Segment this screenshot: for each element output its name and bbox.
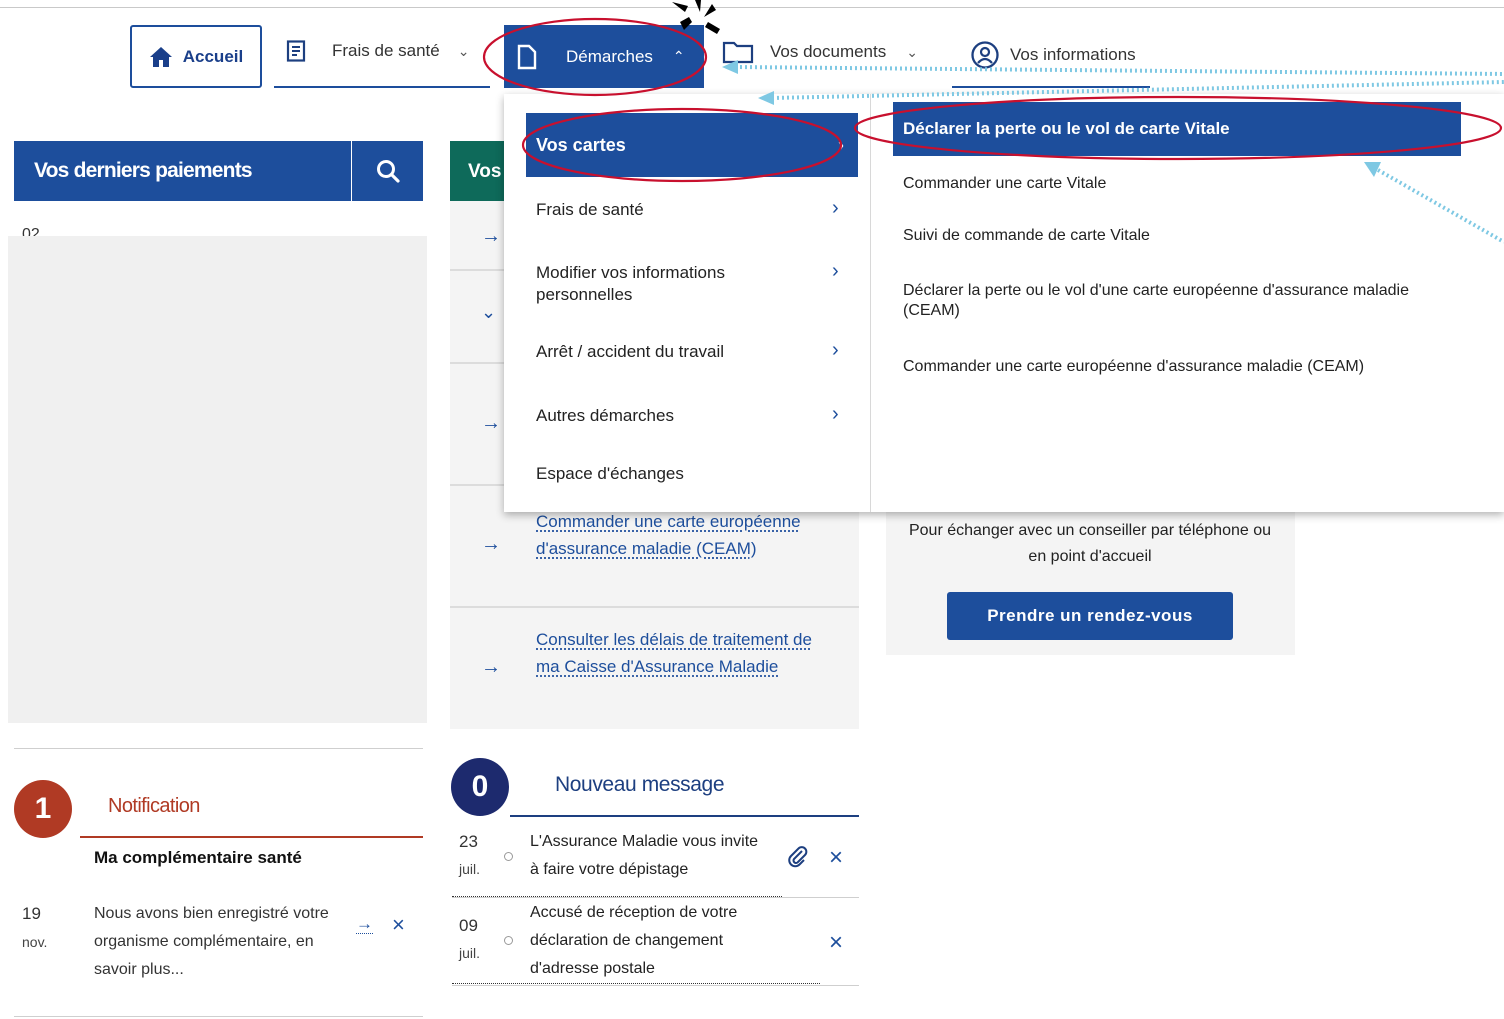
chevron-right-icon: › — [832, 339, 839, 361]
message-text[interactable]: Accusé de réception de votre déclaration… — [530, 899, 780, 983]
menu-suivi-commande-vitale[interactable]: Suivi de commande de carte Vitale — [903, 226, 1463, 246]
message-close-icon[interactable]: × — [829, 846, 843, 870]
message-month: juil. — [459, 945, 481, 961]
chevron-down-icon: ⌄ — [457, 42, 470, 59]
message-separator — [452, 985, 859, 986]
menu-declarer-perte-ceam[interactable]: Déclarer la perte ou le vol d'une carte … — [903, 281, 1443, 321]
messages-count-badge: 0 — [451, 758, 509, 816]
document-icon — [516, 44, 538, 70]
submenu-frais-de-sante[interactable]: Frais de santé — [536, 199, 846, 221]
nav-demarches-label: Démarches — [566, 46, 653, 66]
link-commander-ceam[interactable]: Commander une carte européenne d'assuran… — [536, 508, 836, 592]
notification-title: Notification — [108, 795, 200, 817]
submenu-espace-echanges[interactable]: Espace d'échanges — [536, 463, 846, 485]
nav-vos-informations[interactable]: Vos informations — [970, 40, 1136, 70]
dropdown-divider — [870, 94, 871, 512]
submenu-arret-travail[interactable]: Arrêt / accident du travail — [536, 341, 846, 363]
submenu-modifier-infos[interactable]: Modifier vos informations personnelles — [536, 262, 796, 306]
unread-dot-icon — [504, 852, 513, 861]
chevron-down-icon: ⌄ — [906, 43, 918, 60]
notification-subject: Ma complémentaire santé — [94, 848, 302, 867]
search-icon — [375, 158, 401, 184]
chevron-right-icon: › — [832, 260, 839, 282]
nav-infos-underline — [952, 86, 1150, 88]
submenu-vos-cartes[interactable]: Vos cartes › — [526, 113, 858, 177]
payments-divider — [14, 748, 423, 749]
list-arrow-icon[interactable]: → — [481, 533, 501, 556]
nav-demarches-button[interactable]: Démarches ⌃ — [504, 25, 704, 88]
list-arrow-icon[interactable]: → — [481, 225, 501, 248]
prendre-rendez-vous-button[interactable]: Prendre un rendez-vous — [947, 592, 1233, 640]
middle-panel-header: Vos — [450, 141, 508, 201]
messages-title: Nouveau message — [555, 773, 725, 796]
chevron-right-icon: › — [832, 403, 839, 425]
message-day: 09 — [459, 916, 478, 935]
message-separator — [452, 897, 859, 898]
link-delais-traitement[interactable]: Consulter les délais de traitement de ma… — [536, 626, 826, 680]
payment-date-partial: 02 — [22, 226, 40, 236]
list-arrow-icon[interactable]: → — [481, 412, 501, 435]
notification-bottom-divider — [14, 1016, 423, 1017]
payments-title: Vos derniers paiements — [34, 159, 253, 182]
nav-home-button[interactable]: Accueil — [130, 25, 262, 88]
receipt-icon — [286, 40, 306, 62]
chevron-up-icon: ⌃ — [672, 48, 685, 64]
payments-redacted-area — [8, 236, 427, 723]
folder-icon — [722, 40, 754, 64]
chevron-right-icon: › — [832, 197, 839, 219]
nav-infos-label: Vos informations — [1010, 45, 1136, 64]
nav-frais-de-sante[interactable]: Frais de santé ⌄ — [286, 40, 469, 62]
message-day: 23 — [459, 832, 478, 851]
list-separator — [450, 606, 859, 608]
nav-home-label: Accueil — [182, 46, 244, 66]
payments-header: Vos derniers paiements — [14, 141, 423, 201]
nav-vos-documents[interactable]: Vos documents ⌄ — [722, 40, 918, 64]
message-text[interactable]: L'Assurance Maladie vous invite à faire … — [530, 828, 770, 884]
nav-frais-label: Frais de santé — [332, 41, 440, 60]
menu-commander-vitale[interactable]: Commander une carte Vitale — [903, 174, 1463, 194]
submenu-label: Vos cartes — [536, 134, 626, 155]
message-close-icon[interactable]: × — [829, 931, 843, 955]
notification-text: Nous avons bien enregistré votre organis… — [94, 905, 329, 978]
menu-declarer-perte-vitale[interactable]: Déclarer la perte ou le vol de carte Vit… — [893, 102, 1461, 156]
notification-close-icon[interactable]: × — [392, 914, 405, 936]
notification-count-badge: 1 — [14, 780, 72, 838]
notification-day: 19 — [22, 904, 41, 923]
message-month: juil. — [459, 861, 481, 877]
messages-divider — [510, 815, 859, 817]
rdv-text: Pour échanger avec un conseiller par tél… — [908, 522, 1272, 565]
list-chevron-down-icon[interactable]: ⌄ — [481, 302, 496, 323]
menu-commander-ceam[interactable]: Commander une carte européenne d'assuran… — [903, 357, 1463, 377]
submenu-autres-demarches[interactable]: Autres démarches — [536, 405, 846, 427]
unread-dot-icon — [504, 936, 513, 945]
message-underline — [452, 983, 820, 984]
payments-search-button[interactable] — [351, 141, 423, 201]
top-divider — [0, 7, 1504, 8]
chevron-right-icon: › — [838, 134, 844, 155]
paperclip-icon — [786, 845, 810, 869]
notification-open-arrow-icon[interactable]: → — [356, 915, 373, 934]
notification-month: nov. — [22, 934, 48, 950]
user-circle-icon — [970, 40, 1000, 70]
nav-frais-underline — [274, 86, 490, 88]
nav-documents-label: Vos documents — [770, 42, 887, 61]
notification-divider — [80, 836, 423, 838]
list-arrow-icon[interactable]: → — [481, 656, 501, 679]
home-icon — [149, 46, 173, 68]
